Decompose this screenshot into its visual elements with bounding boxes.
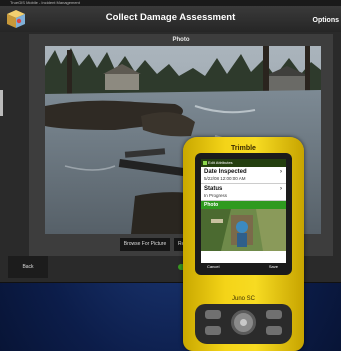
chevron-right-icon: › (280, 186, 282, 192)
dpad-center-button[interactable] (240, 319, 247, 326)
screen-softkey-bar: Cancel Save (201, 263, 286, 271)
side-handle[interactable] (0, 90, 3, 116)
browse-for-picture-button[interactable]: Browse For Picture (120, 238, 170, 251)
left-function-key[interactable] (205, 326, 221, 335)
screen-top-bar: Edit Attributes (201, 159, 286, 167)
handheld-device: Trimble Edit Attributes Date Inspected 5… (183, 137, 304, 351)
screen-photo-header[interactable]: Photo (201, 201, 286, 209)
back-button[interactable]: Back (8, 256, 48, 278)
status-row[interactable]: Status In Progress › (201, 184, 286, 200)
status-value: In Progress (204, 193, 228, 198)
chevron-right-icon: › (280, 169, 282, 175)
screen-save-button[interactable]: Save (269, 263, 278, 271)
photo-panel-label: Photo (172, 37, 190, 43)
screen-cancel-button[interactable]: Cancel (207, 263, 219, 271)
app-header: Collect Damage Assessment Options (0, 6, 341, 32)
device-keypad (195, 304, 292, 344)
right-function-key[interactable] (266, 326, 282, 335)
status-title: Status (204, 186, 223, 192)
screen-title: Edit Attributes (208, 160, 233, 165)
screen-photo-thumbnail[interactable] (201, 209, 286, 251)
device-model: Juno SC (231, 296, 255, 302)
dpad-icon[interactable] (231, 310, 256, 335)
page-title: Collect Damage Assessment (105, 12, 236, 23)
date-inspected-value: 5/22/08 12:00:00 AM (204, 176, 246, 181)
device-screen: Edit Attributes Date Inspected 5/22/08 1… (201, 159, 286, 271)
options-button[interactable]: Options (313, 17, 339, 24)
right-soft-key[interactable] (266, 310, 282, 319)
edit-attributes-icon (203, 161, 207, 165)
date-inspected-title: Date Inspected (204, 169, 247, 175)
date-inspected-row[interactable]: Date Inspected 5/22/08 12:00:00 AM › (201, 167, 286, 183)
left-soft-key[interactable] (205, 310, 221, 319)
device-brand: Trimble (231, 145, 256, 152)
